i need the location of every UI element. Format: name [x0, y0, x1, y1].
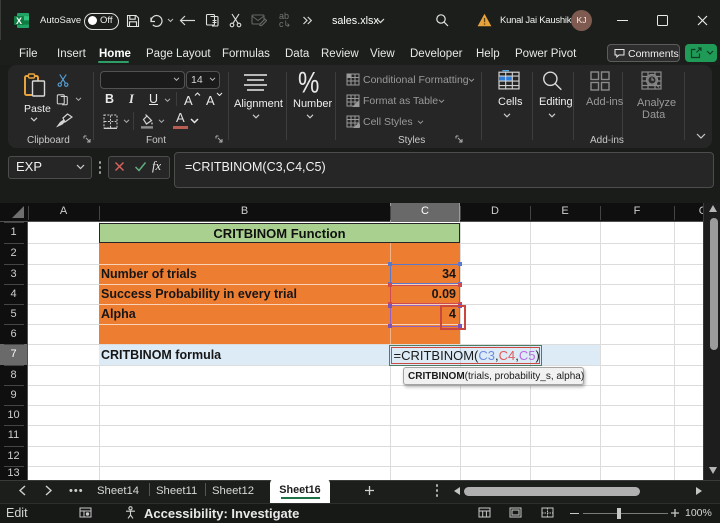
svg-text:X: X	[16, 16, 22, 26]
